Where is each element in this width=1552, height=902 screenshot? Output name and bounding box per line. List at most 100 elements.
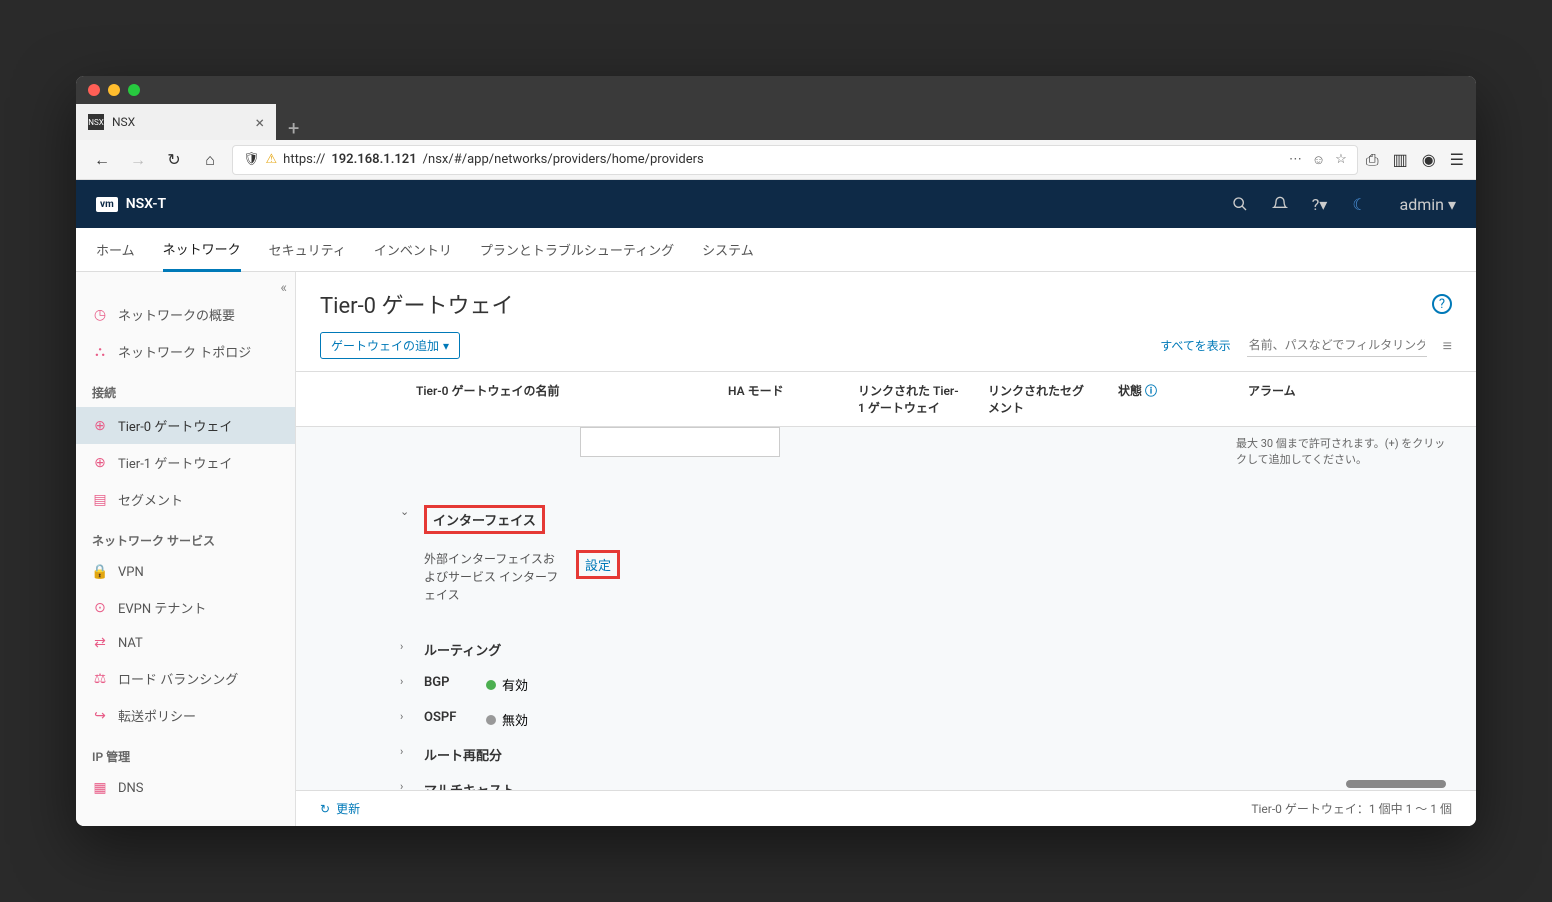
more-icon[interactable]: ⋯	[1289, 152, 1302, 168]
col-linked-seg: リンクされたセグメント	[976, 382, 1106, 416]
add-gateway-button[interactable]: ゲートウェイの追加▾	[320, 332, 460, 359]
minimize-window-button[interactable]	[108, 84, 120, 96]
nav-home[interactable]: ホーム	[96, 228, 135, 272]
user-menu[interactable]: admin ▾	[1400, 195, 1456, 214]
main-nav: ホーム ネットワーク セキュリティ インベントリ プランとトラブルシューティング…	[76, 228, 1476, 272]
chevron-right-icon[interactable]: ›	[400, 675, 412, 688]
table-header: Tier-0 ゲートウェイの名前 HA モード リンクされた Tier-1 ゲー…	[296, 371, 1476, 427]
sidebar-item-tier1[interactable]: ⊕Tier-1 ゲートウェイ	[76, 444, 295, 481]
info-icon[interactable]: ⓘ	[1145, 384, 1157, 398]
nav-inventory[interactable]: インベントリ	[374, 228, 452, 272]
chevron-right-icon[interactable]: ›	[400, 640, 412, 653]
content-area: 最大 30 個まで許可されます。(+) をクリックして追加してください。 ⌄ イ…	[296, 427, 1476, 790]
sidebar-header-connect: 接続	[76, 370, 295, 407]
section-multicast[interactable]: マルチキャスト	[424, 780, 515, 790]
sidebar-label: VPN	[118, 565, 144, 580]
sidebar-item-tier0[interactable]: ⊕ Tier-0 ゲートウェイ	[76, 407, 295, 444]
section-interfaces[interactable]: インターフェイス	[433, 514, 536, 529]
section-ospf[interactable]: OSPF	[424, 710, 474, 725]
sidebar-label: 転送ポリシー	[118, 706, 196, 725]
favicon: NSX	[88, 114, 104, 130]
section-bgp[interactable]: BGP	[424, 675, 474, 690]
forward-button[interactable]: →	[124, 146, 152, 174]
reader-icon[interactable]: ☺	[1312, 152, 1325, 168]
sidebar-toggle-icon[interactable]: ▥	[1393, 150, 1408, 169]
evpn-icon: ⊙	[92, 600, 108, 616]
col-ha: HA モード	[716, 382, 846, 416]
nav-plan[interactable]: プランとトラブルシューティング	[480, 228, 674, 272]
url-host: 192.168.1.121	[331, 152, 416, 167]
footer-count: Tier-0 ゲートウェイ：1 個中 1 ～ 1 個	[1251, 800, 1452, 817]
browser-toolbar: ← → ↻ ⌂ 🛡 ⚠ https://192.168.1.121/nsx/#/…	[76, 140, 1476, 180]
url-path: /nsx/#/app/networks/providers/home/provi…	[423, 152, 704, 167]
collapse-sidebar-icon[interactable]: «	[280, 280, 287, 296]
sidebar-item-dns[interactable]: ▦DNS	[76, 771, 295, 805]
config-link[interactable]: 設定	[585, 559, 611, 574]
sidebar-item-topology[interactable]: ⛬ネットワーク トポロジ	[76, 333, 295, 370]
nav-system[interactable]: システム	[702, 228, 754, 272]
url-scheme: https://	[283, 152, 325, 167]
refresh-icon: ↻	[320, 802, 330, 816]
bell-icon[interactable]	[1270, 194, 1290, 214]
library-icon[interactable]: ⎙	[1366, 150, 1379, 170]
sidebar-header-services: ネットワーク サービス	[76, 518, 295, 555]
empty-input-box[interactable]	[580, 427, 780, 457]
config-highlight: 設定	[576, 550, 620, 579]
gauge-icon: ◷	[92, 307, 108, 323]
vpn-icon: 🔒	[92, 564, 108, 580]
sidebar-item-nat[interactable]: ⇄NAT	[76, 626, 295, 660]
interfaces-highlight: インターフェイス	[424, 505, 545, 534]
segment-icon: ▤	[92, 492, 108, 508]
sidebar-header-ip: IP 管理	[76, 734, 295, 771]
search-icon[interactable]	[1230, 194, 1250, 214]
filter-icon[interactable]: ≡	[1443, 336, 1452, 356]
sidebar-item-segment[interactable]: ▤セグメント	[76, 481, 295, 518]
section-routing[interactable]: ルーティング	[424, 640, 501, 659]
chevron-right-icon[interactable]: ›	[400, 745, 412, 758]
ospf-status: 無効	[486, 710, 528, 729]
show-all-link[interactable]: すべてを表示	[1160, 337, 1230, 354]
page-help-icon[interactable]: ?	[1432, 294, 1452, 314]
refresh-button[interactable]: ↻更新	[320, 800, 360, 817]
chevron-right-icon[interactable]: ›	[400, 710, 412, 723]
interfaces-desc: 外部インターフェイスおよびサービス インターフェイス	[424, 550, 564, 604]
col-name: Tier-0 ゲートウェイの名前	[296, 382, 716, 416]
reload-button[interactable]: ↻	[160, 146, 188, 174]
section-redist[interactable]: ルート再配分	[424, 745, 502, 764]
sidebar-item-forward[interactable]: ↪ 転送ポリシー	[76, 697, 295, 734]
sidebar-label: Tier-0 ゲートウェイ	[118, 416, 232, 435]
address-bar[interactable]: 🛡 ⚠ https://192.168.1.121/nsx/#/app/netw…	[232, 145, 1358, 175]
nav-network[interactable]: ネットワーク	[163, 228, 241, 272]
nat-icon: ⇄	[92, 635, 108, 651]
account-icon[interactable]: ◉	[1422, 150, 1436, 169]
chevron-down-icon: ▾	[443, 339, 449, 353]
sidebar-item-vpn[interactable]: 🔒 VPN	[76, 555, 295, 589]
chevron-down-icon[interactable]: ⌄	[400, 505, 412, 518]
page-title: Tier-0 ゲートウェイ	[320, 288, 514, 320]
sidebar-item-overview[interactable]: ◷ネットワークの概要	[76, 296, 295, 333]
nav-security[interactable]: セキュリティ	[269, 228, 346, 272]
bgp-status: 有効	[486, 675, 528, 694]
dark-mode-icon[interactable]: ☾	[1350, 194, 1370, 214]
sidebar-item-lb[interactable]: ⚖ロード バランシング	[76, 660, 295, 697]
new-tab-button[interactable]: +	[276, 116, 311, 140]
back-button[interactable]: ←	[88, 146, 116, 174]
home-button[interactable]: ⌂	[196, 146, 224, 174]
menu-icon[interactable]: ☰	[1450, 150, 1464, 169]
gateway-icon: ⊕	[92, 418, 108, 434]
help-icon[interactable]: ?▾	[1310, 194, 1330, 214]
close-window-button[interactable]	[88, 84, 100, 96]
footer: ↻更新 Tier-0 ゲートウェイ：1 個中 1 ～ 1 個	[296, 790, 1476, 826]
tab-title: NSX	[112, 115, 135, 129]
maximize-window-button[interactable]	[128, 84, 140, 96]
dns-icon: ▦	[92, 780, 108, 796]
col-status: 状態 ⓘ	[1106, 382, 1236, 416]
sidebar-item-evpn[interactable]: ⊙EVPN テナント	[76, 589, 295, 626]
filter-input[interactable]	[1247, 334, 1427, 357]
bookmark-icon[interactable]: ☆	[1335, 152, 1347, 168]
browser-tab[interactable]: NSX NSX ×	[76, 104, 276, 140]
horizontal-scrollbar[interactable]	[1346, 780, 1446, 788]
close-tab-icon[interactable]: ×	[255, 113, 264, 132]
chevron-right-icon[interactable]: ›	[400, 780, 412, 790]
forward-icon: ↪	[92, 708, 108, 724]
